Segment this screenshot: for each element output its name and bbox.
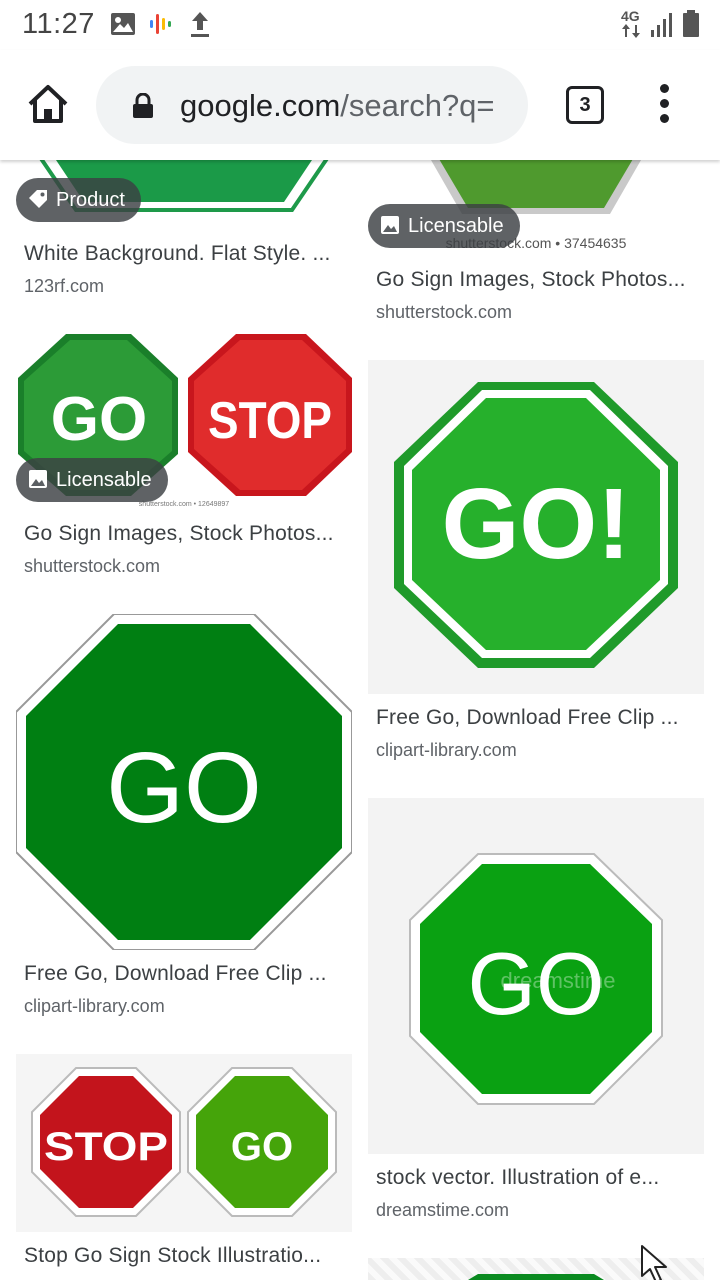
result-thumbnail[interactable]: STOP GO bbox=[16, 1054, 352, 1232]
result-title[interactable]: Go Sign Images, Stock Photos... bbox=[376, 268, 704, 292]
badge-label: Licensable bbox=[56, 469, 152, 491]
badge-label: Product bbox=[56, 189, 125, 211]
image-icon bbox=[381, 216, 399, 235]
image-watermark: dreamstime bbox=[501, 968, 616, 993]
result-title[interactable]: Go Sign Images, Stock Photos... bbox=[24, 522, 352, 546]
result-title[interactable]: stock vector. Illustration of e... bbox=[376, 1166, 704, 1190]
result-title[interactable]: Free Go, Download Free Clip ... bbox=[24, 962, 352, 986]
image-result-card[interactable]: GO! Free Go, Download Free Clip ... clip… bbox=[368, 360, 704, 770]
url-text[interactable]: google.com/search?q= bbox=[180, 88, 520, 124]
badge-label: Licensable bbox=[408, 215, 504, 237]
sign-text: STOP bbox=[208, 392, 332, 450]
licensable-badge: Licensable bbox=[16, 458, 168, 502]
status-bar: 11:27 4G bbox=[0, 0, 720, 50]
sign-text: GO! bbox=[442, 468, 631, 580]
status-time: 11:27 bbox=[22, 8, 95, 40]
battery-icon bbox=[683, 10, 699, 37]
url-path: /search?q= bbox=[340, 88, 495, 123]
result-source: dreamstime.com bbox=[376, 1200, 510, 1220]
image-result-card[interactable]: GO Free Go, Download Free Clip ... clipa… bbox=[16, 614, 352, 1024]
result-source: 123rf.com bbox=[24, 276, 105, 296]
licensable-badge: Licensable bbox=[368, 204, 520, 248]
address-bar[interactable]: google.com/search?q= bbox=[96, 66, 528, 144]
result-source: clipart-library.com bbox=[24, 996, 165, 1016]
image-icon bbox=[29, 470, 47, 489]
image-result-card[interactable]: STOP GO Stop Go Sign Stock Illustratio..… bbox=[16, 1054, 352, 1280]
tab-switcher-button[interactable]: 3 bbox=[566, 86, 604, 124]
result-title[interactable]: Stop Go Sign Stock Illustratio... bbox=[24, 1244, 352, 1268]
home-icon[interactable] bbox=[24, 82, 72, 126]
result-thumbnail[interactable]: GO dreamstime bbox=[368, 798, 704, 1154]
result-thumbnail[interactable]: GO! bbox=[368, 360, 704, 694]
image-result-card[interactable]: Product White Background. Flat Style. ..… bbox=[16, 160, 352, 310]
sign-text: GO bbox=[51, 385, 147, 454]
signal-icon bbox=[651, 13, 672, 37]
lock-icon bbox=[133, 93, 153, 118]
image-results-grid: Product White Background. Flat Style. ..… bbox=[0, 160, 720, 1280]
result-thumbnail[interactable]: GO bbox=[16, 614, 352, 950]
mouse-cursor-icon bbox=[641, 1245, 667, 1280]
more-options-icon[interactable] bbox=[658, 84, 670, 124]
data-arrows-icon bbox=[622, 24, 640, 38]
sign-text: STOP bbox=[44, 1125, 168, 1169]
network-type: 4G bbox=[621, 8, 640, 24]
product-badge: Product bbox=[16, 178, 141, 222]
image-result-card[interactable]: shutterstock.com • 37454635 Licensable G… bbox=[368, 160, 704, 330]
sign-text: GO bbox=[231, 1125, 293, 1169]
assistant-notification-icon bbox=[150, 14, 171, 34]
image-result-card[interactable]: GO dreamstime stock vector. Illustration… bbox=[368, 798, 704, 1228]
result-source: shutterstock.com bbox=[376, 302, 513, 322]
result-title[interactable]: Free Go, Download Free Clip ... bbox=[376, 706, 704, 730]
image-watermark: shutterstock.com • 12649897 bbox=[139, 501, 229, 508]
result-title[interactable]: White Background. Flat Style. ... bbox=[24, 242, 352, 266]
browser-toolbar: google.com/search?q= 3 bbox=[0, 50, 720, 160]
image-result-card[interactable]: GO STOP shutterstock.com • 12649897 Lice… bbox=[16, 334, 352, 584]
upload-notification-icon bbox=[191, 12, 209, 37]
sign-text: GO bbox=[106, 732, 262, 844]
result-source: clipart-library.com bbox=[376, 740, 517, 760]
result-source: shutterstock.com bbox=[24, 556, 161, 576]
image-notification-icon bbox=[111, 13, 135, 35]
url-host: google.com bbox=[180, 88, 341, 123]
tag-icon bbox=[29, 190, 47, 209]
